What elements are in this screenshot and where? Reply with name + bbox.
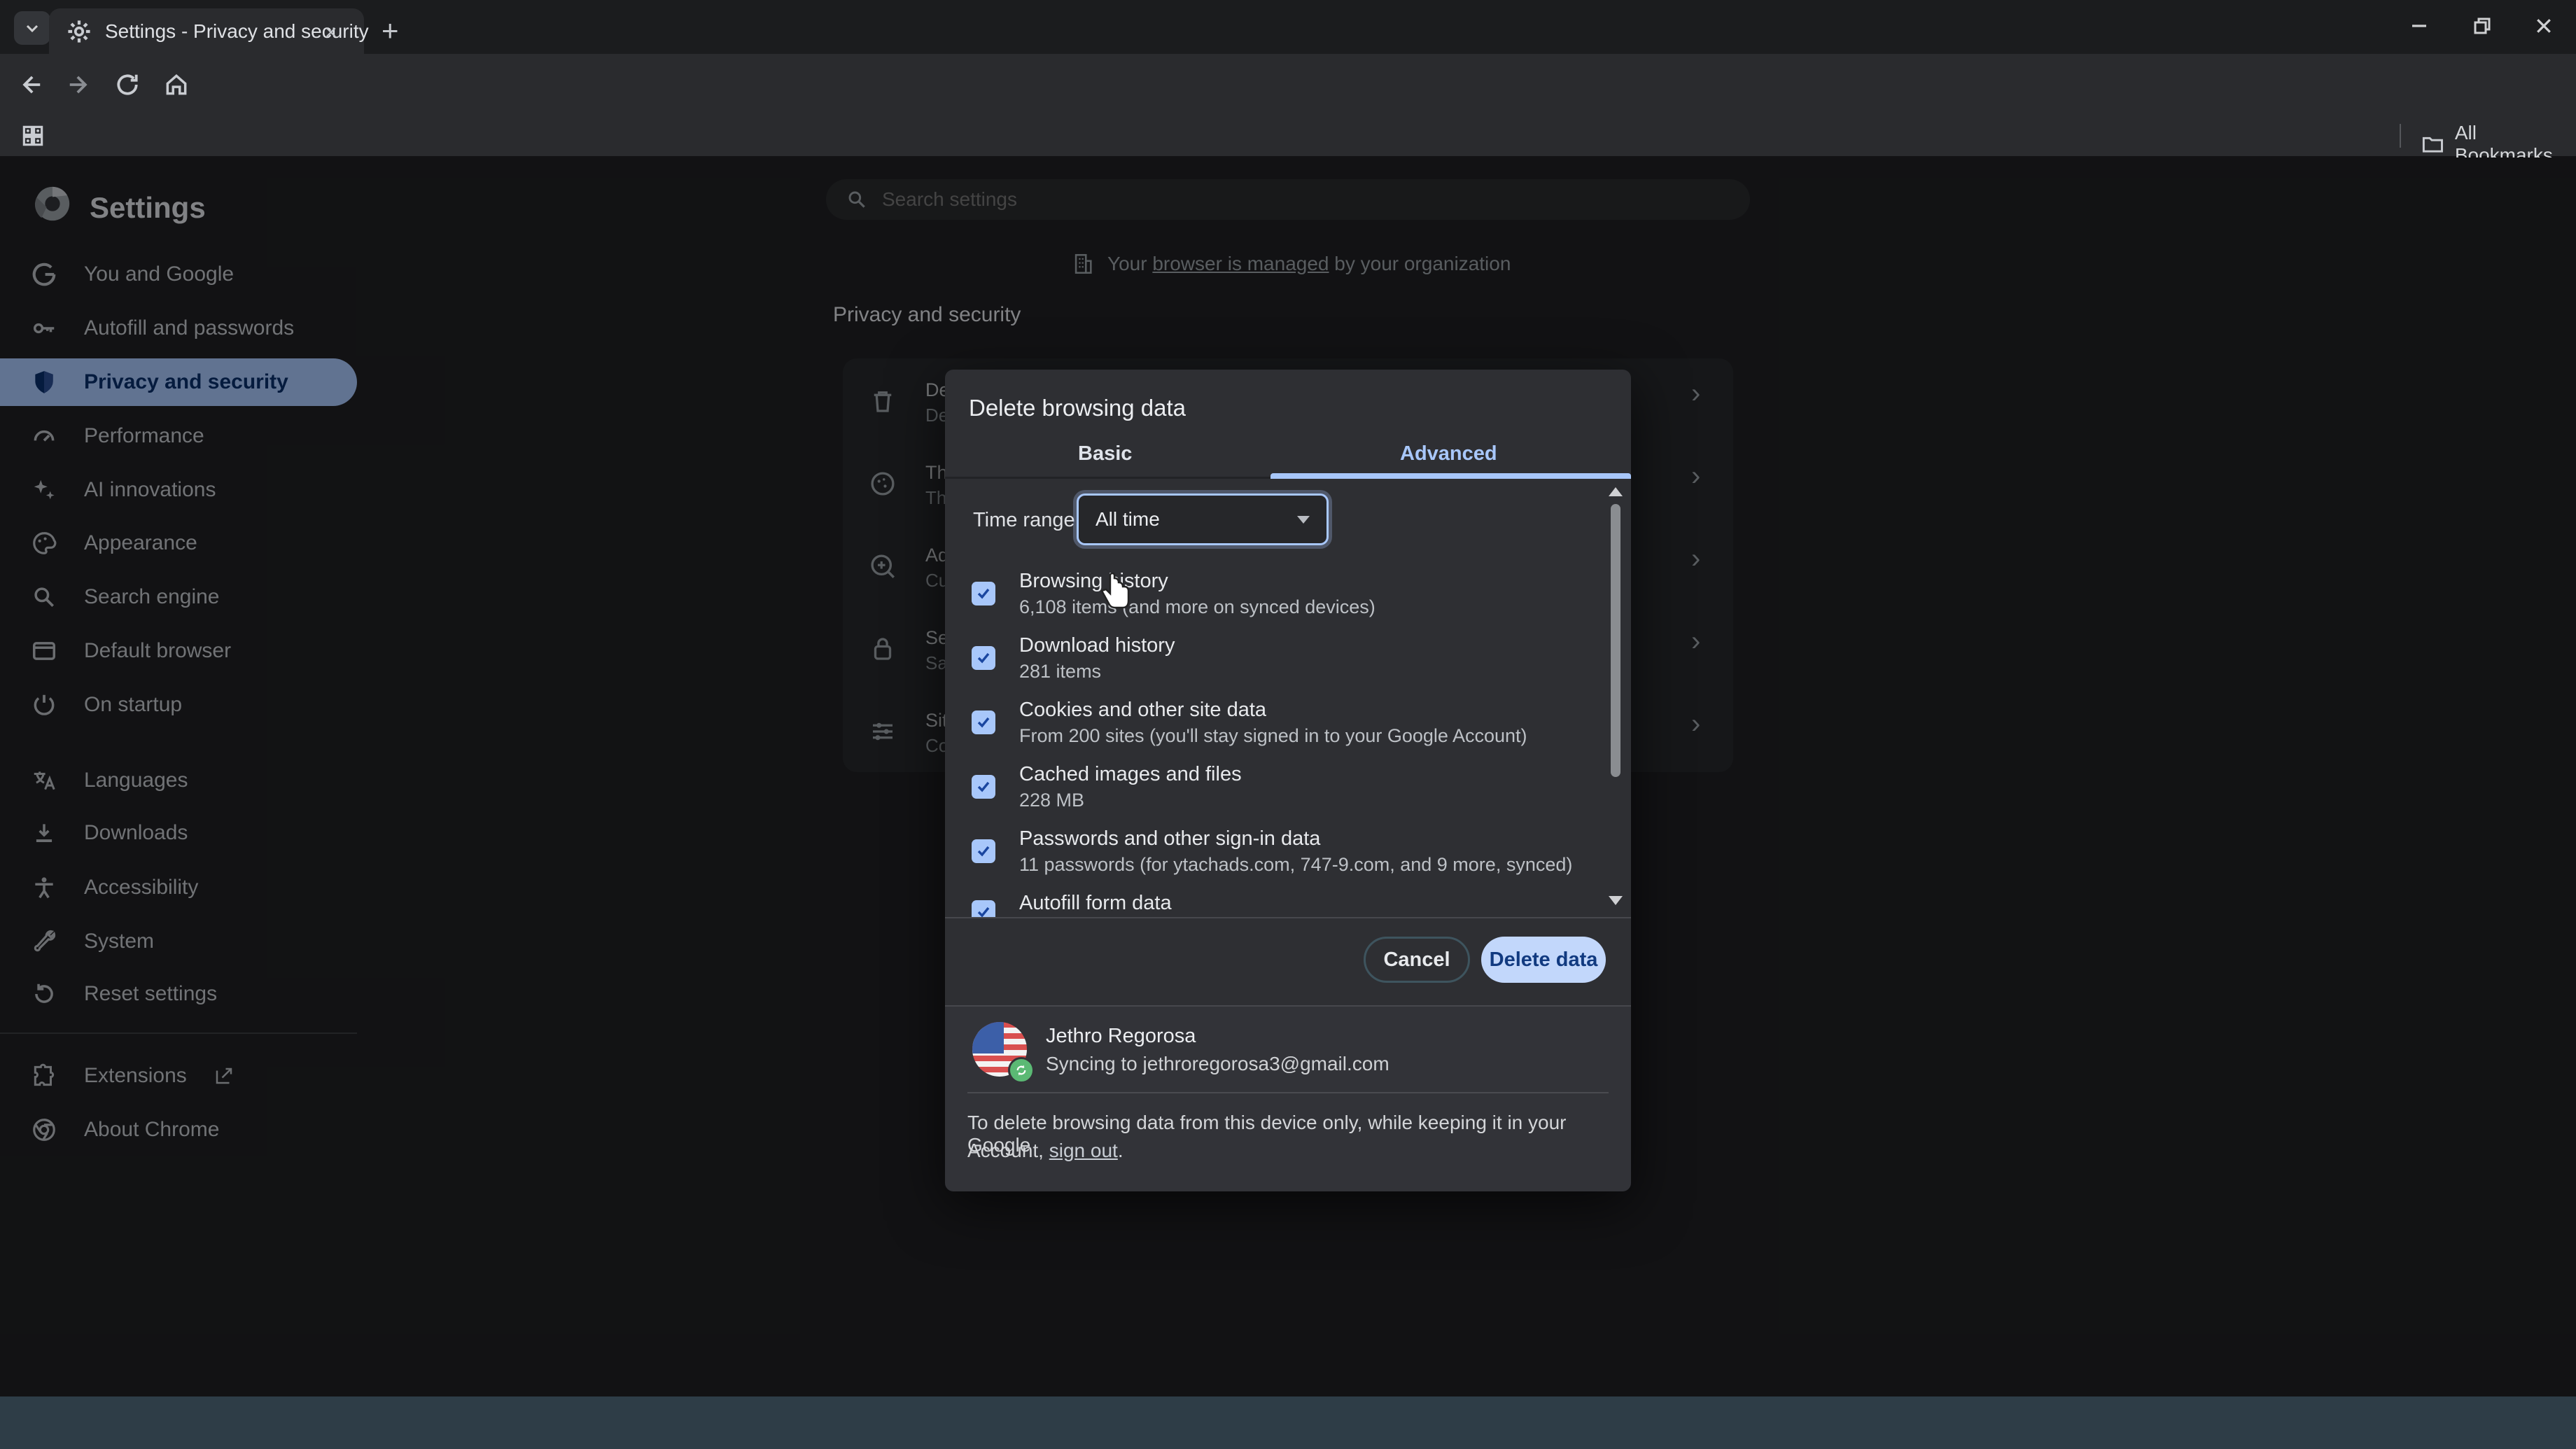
account-footer: Jethro Regorosa Syncing to jethroregoros… [945,1005,1631,1191]
item-label[interactable]: Browsing history [1019,570,1168,593]
dropdown-caret-icon [1297,515,1310,524]
tab-basic[interactable]: Basic [1078,442,1132,465]
scroll-up-icon[interactable] [1609,487,1623,496]
checkbox-cached-images[interactable] [972,775,995,799]
account-sync-status: Syncing to jethroregorosa3@gmail.com [1046,1053,1390,1074]
checkbox-passwords[interactable] [972,839,995,863]
item-label[interactable]: Cached images and files [1019,763,1242,786]
sign-out-link[interactable]: sign out [1049,1140,1118,1161]
checkbox-download-history[interactable] [972,646,995,670]
bookmarks-divider [2400,124,2401,148]
reload-icon[interactable] [114,71,141,98]
sync-badge-icon [1008,1057,1035,1084]
delete-browsing-data-dialog: Delete browsing data Basic Advanced Time… [945,370,1631,1191]
item-sub: From 200 sites (you'll stay signed in to… [1019,725,1527,746]
item-sub: 11 passwords (for ytachads.com, 747-9.co… [1019,854,1573,875]
item-label[interactable]: Download history [1019,634,1175,657]
dialog-scroll-area: Time range All time Browsing history 6,1… [945,482,1631,917]
forward-icon[interactable] [66,71,93,98]
desktop: Settings - Privacy and security × + Chro… [0,0,2576,1449]
time-range-select[interactable]: All time [1077,493,1329,545]
mouse-cursor-hand [1098,573,1134,612]
dialog-title: Delete browsing data [969,395,1186,421]
tab-bar: Settings - Privacy and security × + [0,0,2576,54]
item-sub: 228 MB [1019,790,1085,811]
tab-advanced[interactable]: Advanced [1400,442,1497,465]
home-icon[interactable] [163,71,190,98]
new-tab-button[interactable]: + [382,14,399,48]
chevron-down-icon [26,24,38,33]
apps-grid-icon[interactable] [20,122,46,149]
note-prefix: Account, [967,1140,1049,1161]
tab-search-button[interactable] [14,11,50,45]
bookmarks-bar: All Bookmarks [0,115,2576,166]
time-range-label: Time range [973,509,1075,531]
restore-button[interactable] [2457,0,2507,52]
footer-inner-divider [967,1092,1609,1093]
cancel-button[interactable]: Cancel [1364,937,1470,983]
browser-tab[interactable]: Settings - Privacy and security × [49,8,369,54]
scroll-down-icon[interactable] [1609,896,1623,905]
item-label[interactable]: Passwords and other sign-in data [1019,827,1320,850]
item-label[interactable]: Autofill form data [1019,892,1172,915]
windows-taskbar: 26°C Mostly cloudy ENG 3:17 pm 16/10/202… [0,1396,2576,1449]
folder-icon [2422,136,2443,153]
dialog-footer-divider [945,917,1631,918]
checkbox-autofill[interactable] [972,900,995,917]
item-sub: 281 items [1019,661,1102,682]
cancel-label: Cancel [1383,948,1450,971]
active-tab-underline [1270,473,1631,479]
note-suffix: . [1117,1140,1124,1161]
time-range-value: All time [1096,508,1160,530]
minimize-button[interactable] [2394,0,2444,52]
checkbox-cookies[interactable] [972,710,995,734]
tab-close-icon[interactable]: × [325,21,337,45]
settings-gear-icon [67,20,91,43]
signout-note-line2: Account, sign out. [967,1140,1124,1162]
dialog-scrollbar-thumb[interactable] [1611,504,1620,777]
delete-data-button[interactable]: Delete data [1481,937,1606,983]
delete-data-label: Delete data [1489,948,1598,971]
item-label[interactable]: Cookies and other site data [1019,699,1266,722]
checkbox-browsing-history[interactable] [972,582,995,606]
item-sub: 6,108 items (and more on synced devices) [1019,596,1376,617]
browser-toolbar: Chrome chrome://settings/clearBrowserDat… [0,54,2576,160]
back-icon[interactable] [17,71,43,98]
account-name: Jethro Regorosa [1046,1025,1196,1047]
close-button[interactable] [2519,0,2569,52]
